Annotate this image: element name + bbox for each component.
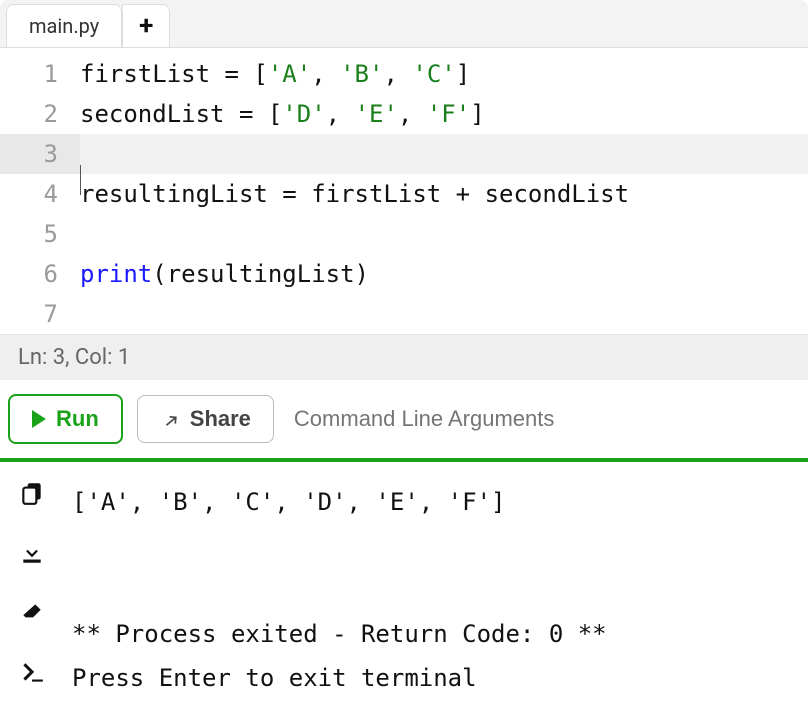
erase-icon[interactable] [19,600,45,630]
run-label: Run [56,406,99,432]
line-number: 4 [0,174,80,214]
plus-icon: + [139,11,153,41]
code-editor[interactable]: 1234567 firstList = ['A', 'B', 'C']secon… [0,48,808,334]
line-number: 2 [0,94,80,134]
status-bar: Ln: 3, Col: 1 [0,334,808,380]
share-button[interactable]: Share [137,395,274,443]
tab-main-py[interactable]: main.py [6,4,122,47]
code-line[interactable] [80,214,808,254]
tabs-bar: main.py + [0,0,808,48]
line-number: 7 [0,294,80,334]
line-number: 6 [0,254,80,294]
share-label: Share [190,406,251,432]
code-line[interactable] [80,294,808,334]
code-line[interactable]: secondList = ['D', 'E', 'F'] [80,94,808,134]
copy-icon[interactable] [19,480,45,510]
action-bar: Run Share [0,380,808,458]
line-gutter: 1234567 [0,48,80,334]
run-button[interactable]: Run [8,394,123,444]
play-icon [32,410,46,428]
line-number: 3 [0,134,80,174]
output-toolbar [0,462,64,718]
share-icon [160,409,180,429]
output-panel: ['A', 'B', 'C', 'D', 'E', 'F'] ** Proces… [0,458,808,718]
download-icon[interactable] [19,540,45,570]
command-line-args-input[interactable] [288,396,800,442]
code-line[interactable]: resultingList = firstList + secondList [80,174,808,214]
code-line[interactable]: firstList = ['A', 'B', 'C'] [80,54,808,94]
terminal-icon[interactable] [19,660,45,690]
code-content[interactable]: firstList = ['A', 'B', 'C']secondList = … [80,48,808,334]
code-line[interactable] [80,134,808,174]
line-number: 5 [0,214,80,254]
code-line[interactable]: print(resultingList) [80,254,808,294]
new-tab-button[interactable]: + [122,4,170,47]
terminal-output[interactable]: ['A', 'B', 'C', 'D', 'E', 'F'] ** Proces… [64,462,808,718]
line-number: 1 [0,54,80,94]
